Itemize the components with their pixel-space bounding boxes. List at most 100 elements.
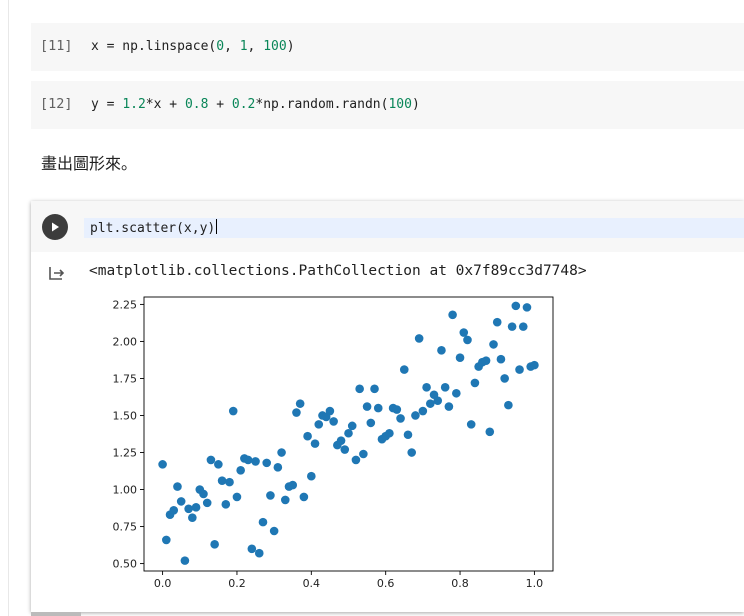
- active-code-cell[interactable]: plt.scatter(x,y) <matplotlib.collections…: [31, 201, 744, 612]
- code-number-token: 0.8: [184, 97, 209, 112]
- y-tick-label: 1.50: [113, 409, 138, 422]
- markdown-text: 畫出圖形來。: [41, 154, 138, 173]
- scatter-point: [470, 378, 480, 388]
- play-icon: [52, 222, 59, 232]
- scatter-point: [515, 365, 524, 374]
- scatter-point: [396, 414, 405, 423]
- scatter-point: [273, 463, 283, 472]
- code-editor-line[interactable]: plt.scatter(x,y): [90, 219, 218, 236]
- execution-count: [12]: [40, 96, 73, 112]
- scatter-point: [459, 328, 469, 337]
- scatter-point: [422, 383, 431, 392]
- x-tick-label: 1.0: [526, 577, 544, 590]
- scatter-point: [385, 428, 394, 438]
- scatter-point: [370, 384, 379, 394]
- scatter-point: [504, 400, 513, 410]
- scatter-point: [292, 408, 301, 417]
- scatter-point: [418, 406, 428, 416]
- y-tick-label: 2.00: [113, 335, 138, 348]
- scatter-plot: 0.0 0.2 0.4 0.6 0.8 1.0 0.50 0.75 1.00 1.25 1.50 1.…: [113, 296, 554, 590]
- scatter-point: [507, 322, 517, 331]
- scatter-point: [530, 360, 539, 370]
- x-tick-label: 0.2: [228, 577, 246, 590]
- scatter-point: [277, 448, 286, 457]
- x-tick-label: 0.6: [377, 577, 395, 590]
- y-tick-label: 1.00: [113, 484, 138, 497]
- x-tick-label: 0.8: [451, 577, 469, 590]
- code-cell-11[interactable]: [11] x = np.linspace(0, 1, 100): [31, 23, 744, 71]
- text-cursor: [216, 219, 218, 234]
- scatter-point: [522, 303, 532, 312]
- scatter-point: [414, 334, 424, 343]
- code-token: ): [411, 97, 420, 112]
- scatter-point: [176, 497, 186, 506]
- scatter-point: [452, 388, 461, 398]
- run-cell-button[interactable]: [42, 214, 68, 240]
- scatter-point: [485, 427, 495, 437]
- scatter-point: [407, 448, 417, 457]
- code-number-token: 0: [216, 39, 225, 54]
- y-tick-label: 0.75: [113, 521, 138, 534]
- scatter-point: [489, 340, 498, 349]
- scatter-point: [217, 476, 227, 485]
- code-token: ): [286, 39, 295, 54]
- scatter-point: [433, 396, 443, 405]
- scatter-point: [440, 383, 450, 392]
- scatter-point: [214, 460, 223, 469]
- code-number-token: 1.2: [122, 97, 146, 112]
- code-token: ,: [224, 39, 240, 54]
- scatter-point: [518, 322, 528, 331]
- scatter-point: [280, 495, 290, 505]
- scatter-point: [444, 402, 454, 411]
- scatter-point: [269, 526, 279, 536]
- scatter-point: [199, 489, 208, 499]
- code-line[interactable]: x = np.linspace(0, 1, 100): [91, 39, 295, 54]
- scatter-point: [169, 505, 179, 515]
- scatter-point: [403, 430, 413, 440]
- code-text: plt.scatter(x,y): [90, 221, 216, 236]
- cell-input-area[interactable]: plt.scatter(x,y): [31, 201, 744, 252]
- scatter-point: [202, 498, 212, 508]
- scatter-point: [362, 402, 372, 411]
- scatter-point: [496, 354, 506, 364]
- scatter-point: [340, 445, 350, 454]
- scatter-point: [162, 535, 171, 545]
- scatter-point: [184, 504, 193, 514]
- scatter-point: [455, 353, 465, 363]
- y-tick-label: 0.50: [113, 558, 138, 571]
- scatter-point: [299, 492, 309, 502]
- scatter-point: [221, 500, 231, 509]
- code-number-token: 0.2: [231, 97, 256, 112]
- scatter-point: [355, 384, 364, 394]
- code-line[interactable]: y = 1.2*x + 0.8 + 0.2*np.random.randn(10…: [91, 97, 420, 112]
- code-token: +: [208, 97, 232, 112]
- scatter-point: [247, 544, 257, 554]
- code-cell-12[interactable]: [12] y = 1.2*x + 0.8 + 0.2*np.random.ran…: [31, 81, 744, 129]
- scatter-point: [188, 513, 197, 522]
- scatter-point: [392, 405, 402, 414]
- scatter-point: [158, 460, 167, 469]
- scatter-point: [437, 346, 446, 355]
- x-tick-label: 0.0: [154, 577, 172, 590]
- execution-count: [11]: [40, 38, 73, 54]
- scatter-point: [314, 420, 324, 429]
- scatter-point: [303, 431, 312, 441]
- scatter-point: [511, 301, 521, 311]
- cell-footer-shadow: [31, 612, 81, 616]
- scatter-point: [251, 457, 260, 466]
- scatter-point: [466, 420, 476, 429]
- notebook-left-rule: [8, 0, 9, 616]
- scatter-point: [258, 517, 268, 527]
- scatter-point: [191, 503, 201, 512]
- scatter-point: [288, 480, 298, 490]
- code-token: y =: [91, 97, 123, 112]
- output-redirect-icon[interactable]: [48, 264, 66, 282]
- scatter-point: [500, 374, 509, 383]
- scatter-point: [225, 477, 234, 487]
- scatter-point: [448, 310, 457, 320]
- scatter-point: [359, 449, 368, 459]
- scatter-point: [336, 436, 346, 445]
- code-number-token: 1: [239, 39, 248, 54]
- code-number-token: 100: [263, 39, 287, 54]
- x-tick-label: 0.4: [303, 577, 321, 590]
